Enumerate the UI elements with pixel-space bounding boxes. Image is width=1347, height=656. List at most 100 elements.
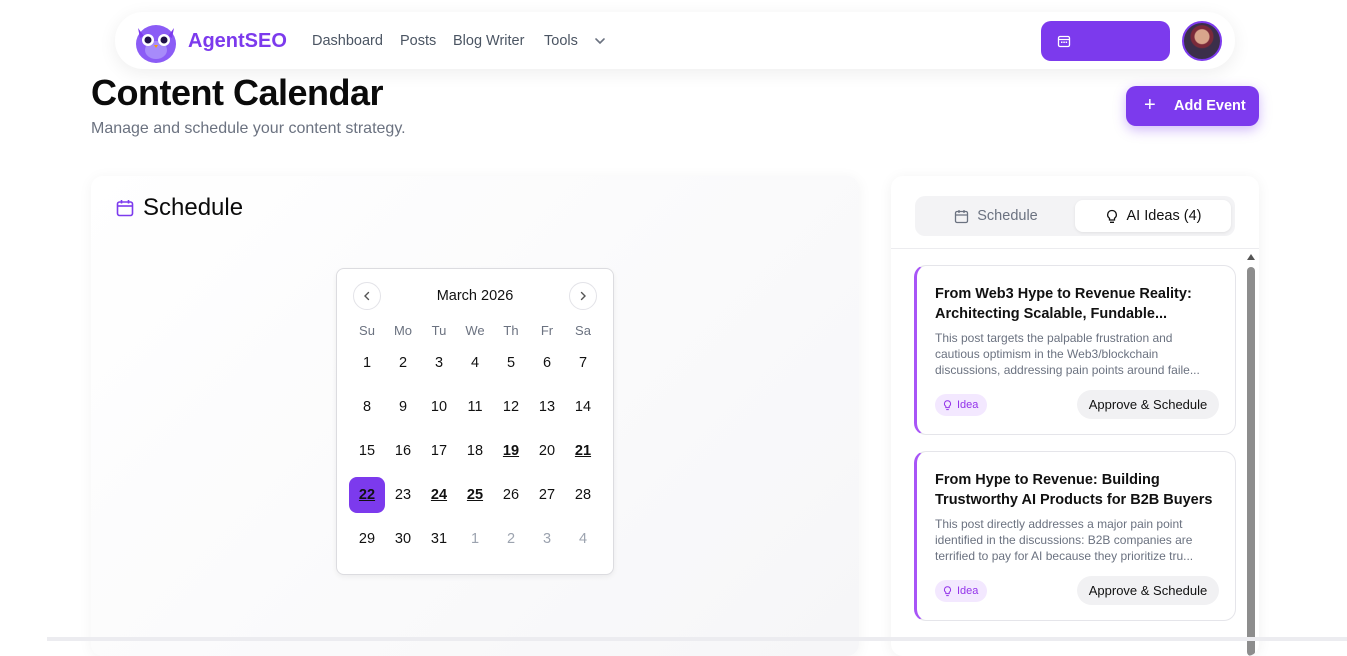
idea-badge: Idea: [935, 394, 988, 416]
calendar-day-selected[interactable]: 22: [349, 473, 385, 517]
calendar-day[interactable]: 26: [493, 473, 529, 517]
calendar-day-number: 16: [394, 443, 412, 459]
calendar-grid: Su Mo Tu We Th Fr Sa 1 2 3 4 5 6 7 8 9 10 11 12 13 14 15 16 17 1…: [349, 321, 601, 561]
idea-description: This post directly addresses a major pai…: [935, 517, 1194, 563]
add-event-button[interactable]: + Add Event: [1126, 86, 1259, 126]
nav-link-dashboard[interactable]: Dashboard: [312, 33, 383, 49]
calendar-day[interactable]: 28: [565, 473, 601, 517]
calendar-day[interactable]: 19: [493, 429, 529, 473]
calendar-day-number: 22: [349, 477, 385, 513]
ideas-panel: Schedule AI Ideas (4) From Web3 Hype to …: [891, 176, 1259, 656]
calendar-day[interactable]: 7: [565, 341, 601, 385]
calendar-day[interactable]: 1: [349, 341, 385, 385]
nav-link-tools[interactable]: Tools: [544, 33, 578, 49]
calendar-day[interactable]: 11: [457, 385, 493, 429]
calendar-day-number: 31: [430, 531, 448, 547]
calendar-day[interactable]: 13: [529, 385, 565, 429]
brand-name[interactable]: AgentSEO: [188, 30, 287, 53]
calendar-day[interactable]: 5: [493, 341, 529, 385]
lightbulb-icon: [1106, 209, 1117, 223]
calendar-day[interactable]: 2: [385, 341, 421, 385]
calendar-day[interactable]: 23: [385, 473, 421, 517]
calendar-day-number: 18: [466, 443, 484, 459]
calendar-day-number: 28: [574, 487, 592, 503]
bottom-edge: [47, 637, 1347, 641]
tab-schedule[interactable]: Schedule: [919, 200, 1073, 232]
calendar-day[interactable]: 29: [349, 517, 385, 561]
approve-schedule-button[interactable]: Approve & Schedule: [1077, 576, 1219, 605]
calendar-day[interactable]: 27: [529, 473, 565, 517]
calendar-day[interactable]: 4: [457, 341, 493, 385]
tab-ai-ideas-label: AI Ideas (4): [1126, 208, 1202, 224]
idea-card[interactable]: From Web3 Hype to Revenue Reality: Archi…: [914, 265, 1236, 435]
calendar-day[interactable]: 16: [385, 429, 421, 473]
calendar-day[interactable]: 25: [457, 473, 493, 517]
calendar-day-number: 27: [538, 487, 556, 503]
calendar-day[interactable]: 18: [457, 429, 493, 473]
calendar-day[interactable]: 14: [565, 385, 601, 429]
calendar-day[interactable]: 20: [529, 429, 565, 473]
calendar-day-number: 4: [578, 531, 588, 547]
calendar-day-number: 14: [574, 399, 592, 415]
schedule-title: Schedule: [143, 194, 244, 221]
panel-divider: [891, 248, 1259, 249]
calendar-day[interactable]: 2: [493, 517, 529, 561]
approve-schedule-button[interactable]: Approve & Schedule: [1077, 390, 1219, 419]
calendar-day-number: 15: [358, 443, 376, 459]
chevron-down-icon[interactable]: [593, 34, 607, 48]
scrollbar[interactable]: [1246, 254, 1256, 656]
date-picker-calendar: March 2026 Su Mo Tu We Th Fr Sa 1 2 3 4 5 6 7 8 9 10 11 12…: [336, 268, 614, 575]
calendar-day[interactable]: 10: [421, 385, 457, 429]
calendar-day[interactable]: 21: [565, 429, 601, 473]
chevron-right-icon: [580, 291, 586, 301]
calendar-day[interactable]: 30: [385, 517, 421, 561]
schedule-cta-button[interactable]: [1041, 21, 1170, 61]
scrollbar-thumb[interactable]: [1247, 267, 1255, 656]
scroll-up-arrow-icon[interactable]: [1247, 254, 1255, 260]
calendar-day-number: 24: [430, 487, 448, 503]
nav-link-posts[interactable]: Posts: [400, 33, 436, 49]
weekday-header: Mo: [393, 323, 413, 338]
calendar-day[interactable]: 31: [421, 517, 457, 561]
nav-link-blog-writer[interactable]: Blog Writer: [453, 33, 524, 49]
weekday-header: We: [465, 323, 485, 338]
next-month-button[interactable]: [569, 282, 597, 310]
tab-ai-ideas[interactable]: AI Ideas (4): [1075, 200, 1231, 232]
calendar-day[interactable]: 3: [421, 341, 457, 385]
calendar-day[interactable]: 1: [457, 517, 493, 561]
calendar-day[interactable]: 24: [421, 473, 457, 517]
calendar-day[interactable]: 15: [349, 429, 385, 473]
calendar-day-number: 8: [362, 399, 372, 415]
calendar-day[interactable]: 12: [493, 385, 529, 429]
tab-schedule-label: Schedule: [977, 208, 1038, 224]
page-subtitle: Manage and schedule your content strateg…: [91, 120, 406, 137]
calendar-day-number: 11: [467, 399, 483, 415]
weekday-header: Su: [359, 323, 375, 338]
idea-title: From Web3 Hype to Revenue Reality: Archi…: [935, 286, 1192, 322]
idea-badge-label: Idea: [957, 585, 979, 597]
calendar-day[interactable]: 4: [565, 517, 601, 561]
lightbulb-icon: [943, 585, 952, 596]
calendar-day-number: 12: [502, 399, 520, 415]
calendar-day-number: 13: [538, 399, 556, 415]
calendar-day-number: 9: [398, 399, 408, 415]
calendar-icon: [116, 200, 134, 217]
calendar-day-number: 10: [430, 399, 448, 415]
calendar-day[interactable]: 9: [385, 385, 421, 429]
calendar-day-number: 5: [506, 355, 516, 371]
calendar-day-number: 29: [358, 531, 376, 547]
calendar-day[interactable]: 3: [529, 517, 565, 561]
calendar-day-number: 1: [470, 531, 480, 547]
lightbulb-icon: [943, 399, 952, 410]
idea-card[interactable]: From Hype to Revenue: Building Trustwort…: [914, 451, 1236, 621]
calendar-day[interactable]: 17: [421, 429, 457, 473]
plus-icon: +: [1144, 94, 1156, 116]
idea-badge-label: Idea: [957, 399, 979, 411]
calendar-day-number: 25: [466, 487, 484, 503]
user-avatar[interactable]: [1182, 21, 1222, 61]
calendar-day-number: 21: [574, 443, 592, 459]
idea-badge: Idea: [935, 580, 988, 602]
calendar-day[interactable]: 8: [349, 385, 385, 429]
calendar-day[interactable]: 6: [529, 341, 565, 385]
owl-logo-icon[interactable]: [131, 16, 181, 66]
